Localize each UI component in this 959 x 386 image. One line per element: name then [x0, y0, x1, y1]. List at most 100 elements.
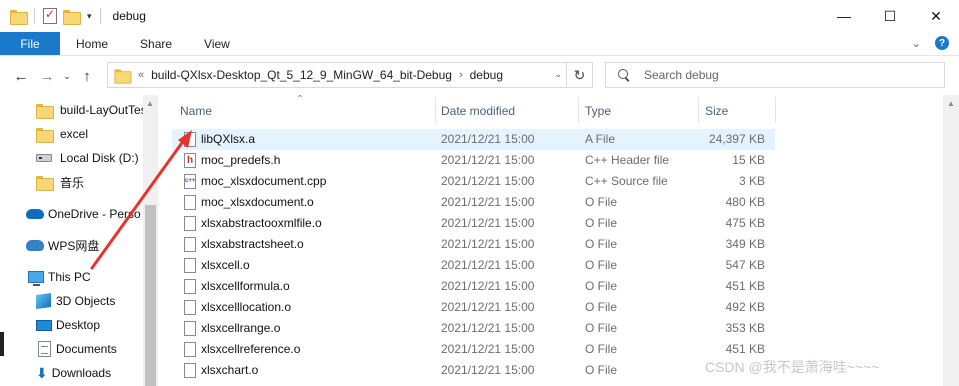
file-row[interactable]: xlsxcellreference.o 2021/12/21 15:00 O F…	[172, 339, 775, 360]
file-name: libQXlsx.a	[201, 132, 256, 146]
file-row[interactable]: xlsxcelllocation.o 2021/12/21 15:00 O Fi…	[172, 297, 775, 318]
file-row[interactable]: xlsxabstractooxmlfile.o 2021/12/21 15:00…	[172, 213, 775, 234]
sidebar-item-label: WPS网盘	[48, 238, 100, 253]
sidebar-item-desktop[interactable]: Desktop	[36, 314, 100, 336]
computer-icon	[28, 271, 44, 286]
breadcrumb: « build-QXlsx-Desktop_Qt_5_12_9_MinGW_64…	[138, 68, 503, 82]
file-row[interactable]: xlsxcell.o 2021/12/21 15:00 O File 547 K…	[172, 255, 775, 276]
tab-share[interactable]: Share	[124, 32, 188, 55]
help-icon[interactable]: ?	[935, 36, 949, 50]
file-type: O File	[585, 279, 618, 293]
scroll-up-arrow-icon[interactable]: ▲	[146, 99, 154, 108]
back-button[interactable]: ←	[8, 68, 34, 85]
desktop-icon	[36, 319, 52, 331]
cpp-file-icon	[184, 174, 196, 189]
new-folder-icon[interactable]	[63, 9, 81, 25]
tab-view[interactable]: View	[188, 32, 246, 55]
sidebar-item-documents[interactable]: Documents	[38, 338, 117, 360]
refresh-button[interactable]: ↻	[566, 63, 592, 87]
column-header-type[interactable]: Type	[585, 104, 611, 118]
column-header-date-modified[interactable]: Date modified	[441, 104, 515, 118]
file-size: 349 KB	[725, 237, 765, 251]
chevron-right-icon[interactable]: ›	[459, 69, 463, 81]
sort-ascending-icon: ⌃	[296, 95, 305, 105]
navigation-bar: ← → ⌄ ↑ « build-QXlsx-Desktop_Qt_5_12_9_…	[0, 57, 959, 95]
column-divider[interactable]	[698, 97, 699, 123]
file-date: 2021/12/21 15:00	[441, 216, 535, 230]
search-placeholder[interactable]: Search debug	[644, 68, 719, 82]
column-header-size[interactable]: Size	[705, 104, 728, 118]
folder-icon	[114, 68, 132, 84]
tab-file[interactable]: File	[0, 32, 60, 55]
maximize-button[interactable]: ☐	[867, 0, 913, 32]
sidebar-item-excel[interactable]: excel	[36, 123, 88, 145]
header-file-icon	[184, 153, 196, 168]
forward-button[interactable]: →	[34, 68, 60, 85]
search-box[interactable]: Search debug	[605, 62, 945, 88]
file-row[interactable]: moc_xlsxdocument.o 2021/12/21 15:00 O Fi…	[172, 192, 775, 213]
file-type: O File	[585, 216, 618, 230]
file-size: 451 KB	[725, 342, 765, 356]
file-size: 451 KB	[725, 279, 765, 293]
watermark: CSDN @我不是萧海哇~~~~	[705, 359, 880, 375]
scroll-up-arrow-icon[interactable]: ▲	[947, 99, 955, 108]
customize-quick-access-dropdown[interactable]: ▾	[87, 11, 92, 22]
sidebar-item-wps[interactable]: WPS网盘	[26, 234, 99, 256]
column-divider[interactable]	[775, 97, 776, 123]
sidebar-scrollbar[interactable]: ▲	[143, 95, 158, 386]
breadcrumb-overflow[interactable]: «	[138, 69, 144, 81]
sidebar-item-onedrive[interactable]: OneDrive - Perso	[26, 203, 141, 225]
file-row[interactable]: xlsxcellformula.o 2021/12/21 15:00 O Fil…	[172, 276, 775, 297]
sidebar-item-music[interactable]: 音乐	[36, 171, 84, 193]
file-type: C++ Source file	[585, 174, 668, 188]
address-bar[interactable]: « build-QXlsx-Desktop_Qt_5_12_9_MinGW_64…	[107, 62, 593, 88]
file-icon	[184, 216, 196, 231]
sidebar-item-3d-objects[interactable]: 3D Objects	[36, 290, 115, 312]
file-name: xlsxcellreference.o	[201, 342, 301, 356]
up-button[interactable]: ↑	[74, 68, 100, 85]
column-divider[interactable]	[435, 97, 436, 123]
breadcrumb-item-debug[interactable]: debug	[470, 68, 503, 82]
file-type: O File	[585, 321, 618, 335]
recent-locations-dropdown[interactable]: ⌄	[60, 71, 74, 82]
file-list-scrollbar[interactable]: ▲	[943, 95, 959, 386]
sidebar-item-this-pc[interactable]: This PC	[28, 266, 91, 288]
tab-home[interactable]: Home	[60, 32, 124, 55]
wps-cloud-icon	[26, 239, 44, 251]
file-date: 2021/12/21 15:00	[441, 258, 535, 272]
expand-ribbon-button[interactable]: ⌄	[912, 37, 921, 50]
file-row[interactable]: xlsxcellrange.o 2021/12/21 15:00 O File …	[172, 318, 775, 339]
column-divider[interactable]	[578, 97, 579, 123]
window-title: debug	[112, 9, 146, 23]
file-icon	[184, 132, 196, 147]
file-type: C++ Header file	[585, 153, 670, 167]
properties-icon[interactable]	[43, 7, 57, 24]
file-date: 2021/12/21 15:00	[441, 195, 535, 209]
breadcrumb-item-build[interactable]: build-QXlsx-Desktop_Qt_5_12_9_MinGW_64_b…	[151, 68, 452, 82]
file-date: 2021/12/21 15:00	[441, 153, 535, 167]
file-row[interactable]: libQXlsx.a 2021/12/21 15:00 A File 24,39…	[172, 129, 775, 150]
minimize-button[interactable]: —	[821, 0, 867, 32]
folder-icon	[10, 9, 28, 25]
sidebar-item-local-disk-d[interactable]: Local Disk (D:)	[36, 147, 139, 169]
file-date: 2021/12/21 15:00	[441, 174, 535, 188]
sidebar-scrollbar-thumb[interactable]	[145, 205, 156, 386]
file-date: 2021/12/21 15:00	[441, 132, 535, 146]
file-date: 2021/12/21 15:00	[441, 279, 535, 293]
sidebar-item-label: build-LayOutTes	[60, 103, 147, 117]
3d-objects-icon	[36, 292, 51, 310]
column-header-name[interactable]: Name	[180, 104, 212, 118]
toolbar-divider	[34, 8, 35, 24]
sidebar-item-label: Local Disk (D:)	[60, 151, 139, 165]
file-row[interactable]: moc_predefs.h 2021/12/21 15:00 C++ Heade…	[172, 150, 775, 171]
sidebar-item-build-layouttest[interactable]: build-LayOutTes	[36, 99, 147, 121]
close-button[interactable]: ✕	[913, 0, 959, 32]
folder-icon	[36, 127, 54, 143]
file-row[interactable]: xlsxchart.o 2021/12/21 15:00 O File	[172, 360, 775, 381]
file-date: 2021/12/21 15:00	[441, 363, 535, 377]
address-history-dropdown[interactable]: ⌄	[554, 69, 562, 80]
file-row[interactable]: moc_xlsxdocument.cpp 2021/12/21 15:00 C+…	[172, 171, 775, 192]
sidebar-item-downloads[interactable]: ⬇ Downloads	[36, 362, 111, 384]
file-row[interactable]: xlsxabstractsheet.o 2021/12/21 15:00 O F…	[172, 234, 775, 255]
file-icon	[184, 195, 196, 210]
